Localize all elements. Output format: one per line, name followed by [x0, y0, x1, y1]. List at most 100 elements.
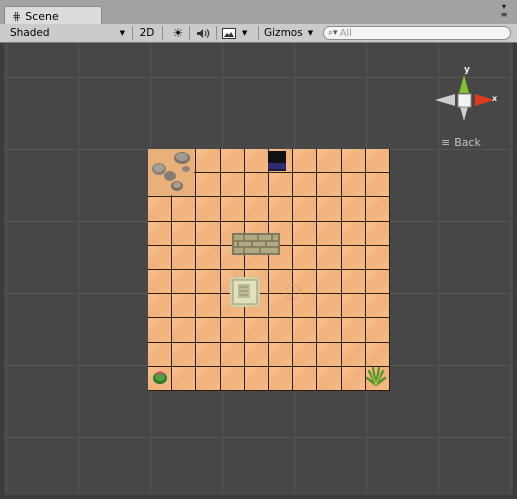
tile-cell[interactable]: [244, 149, 269, 174]
tile-cell[interactable]: [220, 366, 245, 391]
tile-cell[interactable]: [365, 245, 390, 270]
tile-cell[interactable]: [196, 294, 221, 319]
stone-tile-sprite[interactable]: [230, 277, 260, 307]
tile-cell[interactable]: [196, 245, 221, 270]
tile-cell[interactable]: [317, 318, 342, 343]
tile-cell[interactable]: [341, 173, 366, 198]
stone-wall-sprite[interactable]: [232, 233, 280, 255]
tile-cell[interactable]: [196, 149, 221, 174]
tile-cell[interactable]: [269, 318, 294, 343]
tile-cell[interactable]: [341, 366, 366, 391]
tile-cell[interactable]: [365, 221, 390, 246]
tile-cell[interactable]: [172, 318, 197, 343]
tile-cell[interactable]: [244, 197, 269, 222]
tile-cell[interactable]: [365, 173, 390, 198]
tile-cell[interactable]: [293, 342, 318, 367]
tile-cell[interactable]: [220, 173, 245, 198]
tile-cell[interactable]: [269, 173, 294, 198]
tile-cell[interactable]: [172, 294, 197, 319]
tile-cell[interactable]: [317, 245, 342, 270]
tile-cell[interactable]: [269, 342, 294, 367]
tile-cell[interactable]: [317, 173, 342, 198]
speaker-icon[interactable]: [195, 24, 211, 42]
tile-cell[interactable]: [317, 366, 342, 391]
tile-cell[interactable]: [293, 221, 318, 246]
tile-cell[interactable]: [220, 318, 245, 343]
tile-cell[interactable]: [196, 342, 221, 367]
tile-cell[interactable]: [244, 318, 269, 343]
search-input[interactable]: ⌕▾ All: [323, 26, 511, 40]
faint-object-sprite[interactable]: [284, 283, 302, 301]
gizmos-dropdown[interactable]: Gizmos ▼: [264, 24, 316, 42]
tile-cell[interactable]: [172, 245, 197, 270]
sun-icon[interactable]: ☀: [170, 24, 186, 42]
tile-cell[interactable]: [341, 270, 366, 295]
tile-cell[interactable]: [220, 149, 245, 174]
tile-cell[interactable]: [148, 294, 173, 319]
tile-cell[interactable]: [220, 197, 245, 222]
tile-cell[interactable]: [148, 318, 173, 343]
tile-cell[interactable]: [269, 197, 294, 222]
tile-cell[interactable]: [365, 294, 390, 319]
tile-cell[interactable]: [365, 318, 390, 343]
tile-cell[interactable]: [293, 197, 318, 222]
tile-cell[interactable]: [317, 221, 342, 246]
tile-cell[interactable]: [196, 221, 221, 246]
tilemap[interactable]: [148, 149, 390, 391]
tile-cell[interactable]: [244, 342, 269, 367]
rocks-sprite[interactable]: [148, 149, 194, 195]
tile-cell[interactable]: [293, 366, 318, 391]
tile-cell[interactable]: [244, 366, 269, 391]
tile-cell[interactable]: [196, 318, 221, 343]
gizmo-center-cube[interactable]: [457, 93, 472, 108]
effects-dropdown[interactable]: ▼: [222, 24, 254, 42]
tile-cell[interactable]: [365, 270, 390, 295]
tile-cell[interactable]: [148, 342, 173, 367]
tile-cell[interactable]: [293, 318, 318, 343]
window-menu-icon[interactable]: ▾ ≡: [497, 3, 511, 19]
tile-cell[interactable]: [293, 245, 318, 270]
tile-cell[interactable]: [148, 245, 173, 270]
tile-cell[interactable]: [341, 149, 366, 174]
shading-mode-dropdown[interactable]: Shaded ▼: [6, 24, 128, 42]
tile-cell[interactable]: [220, 342, 245, 367]
tile-cell[interactable]: [341, 342, 366, 367]
tile-cell[interactable]: [341, 221, 366, 246]
dark-doorway-sprite[interactable]: [268, 151, 286, 171]
2d-toggle-button[interactable]: 2D: [136, 24, 158, 42]
tile-cell[interactable]: [196, 366, 221, 391]
tile-cell[interactable]: [196, 173, 221, 198]
tile-cell[interactable]: [341, 294, 366, 319]
tile-cell[interactable]: [341, 197, 366, 222]
tile-cell[interactable]: [196, 197, 221, 222]
tile-cell[interactable]: [172, 270, 197, 295]
tile-cell[interactable]: [148, 270, 173, 295]
tile-cell[interactable]: [244, 173, 269, 198]
tile-cell[interactable]: [317, 149, 342, 174]
tile-cell[interactable]: [365, 197, 390, 222]
tile-cell[interactable]: [293, 149, 318, 174]
tile-cell[interactable]: [269, 366, 294, 391]
tile-cell[interactable]: [317, 197, 342, 222]
tile-cell[interactable]: [317, 342, 342, 367]
desert-shrub-sprite[interactable]: [364, 365, 388, 387]
tile-cell[interactable]: [341, 318, 366, 343]
gizmo-neg-x-arrow[interactable]: [435, 94, 455, 106]
cactus-sprite[interactable]: [151, 367, 169, 385]
tile-cell[interactable]: [293, 173, 318, 198]
tile-cell[interactable]: [172, 366, 197, 391]
tile-cell[interactable]: [365, 342, 390, 367]
view-orientation-label[interactable]: ≡ Back: [441, 136, 481, 149]
gizmo-y-arrow[interactable]: [459, 75, 469, 93]
tile-cell[interactable]: [172, 342, 197, 367]
scene-viewport[interactable]: y x ≡ Back: [4, 43, 513, 495]
tile-cell[interactable]: [148, 197, 173, 222]
tile-cell[interactable]: [341, 245, 366, 270]
tile-cell[interactable]: [317, 294, 342, 319]
tile-cell[interactable]: [148, 221, 173, 246]
tile-cell[interactable]: [365, 149, 390, 174]
tile-cell[interactable]: [172, 197, 197, 222]
tab-scene[interactable]: ⋕ Scene: [4, 6, 102, 25]
tile-cell[interactable]: [196, 270, 221, 295]
tile-cell[interactable]: [317, 270, 342, 295]
